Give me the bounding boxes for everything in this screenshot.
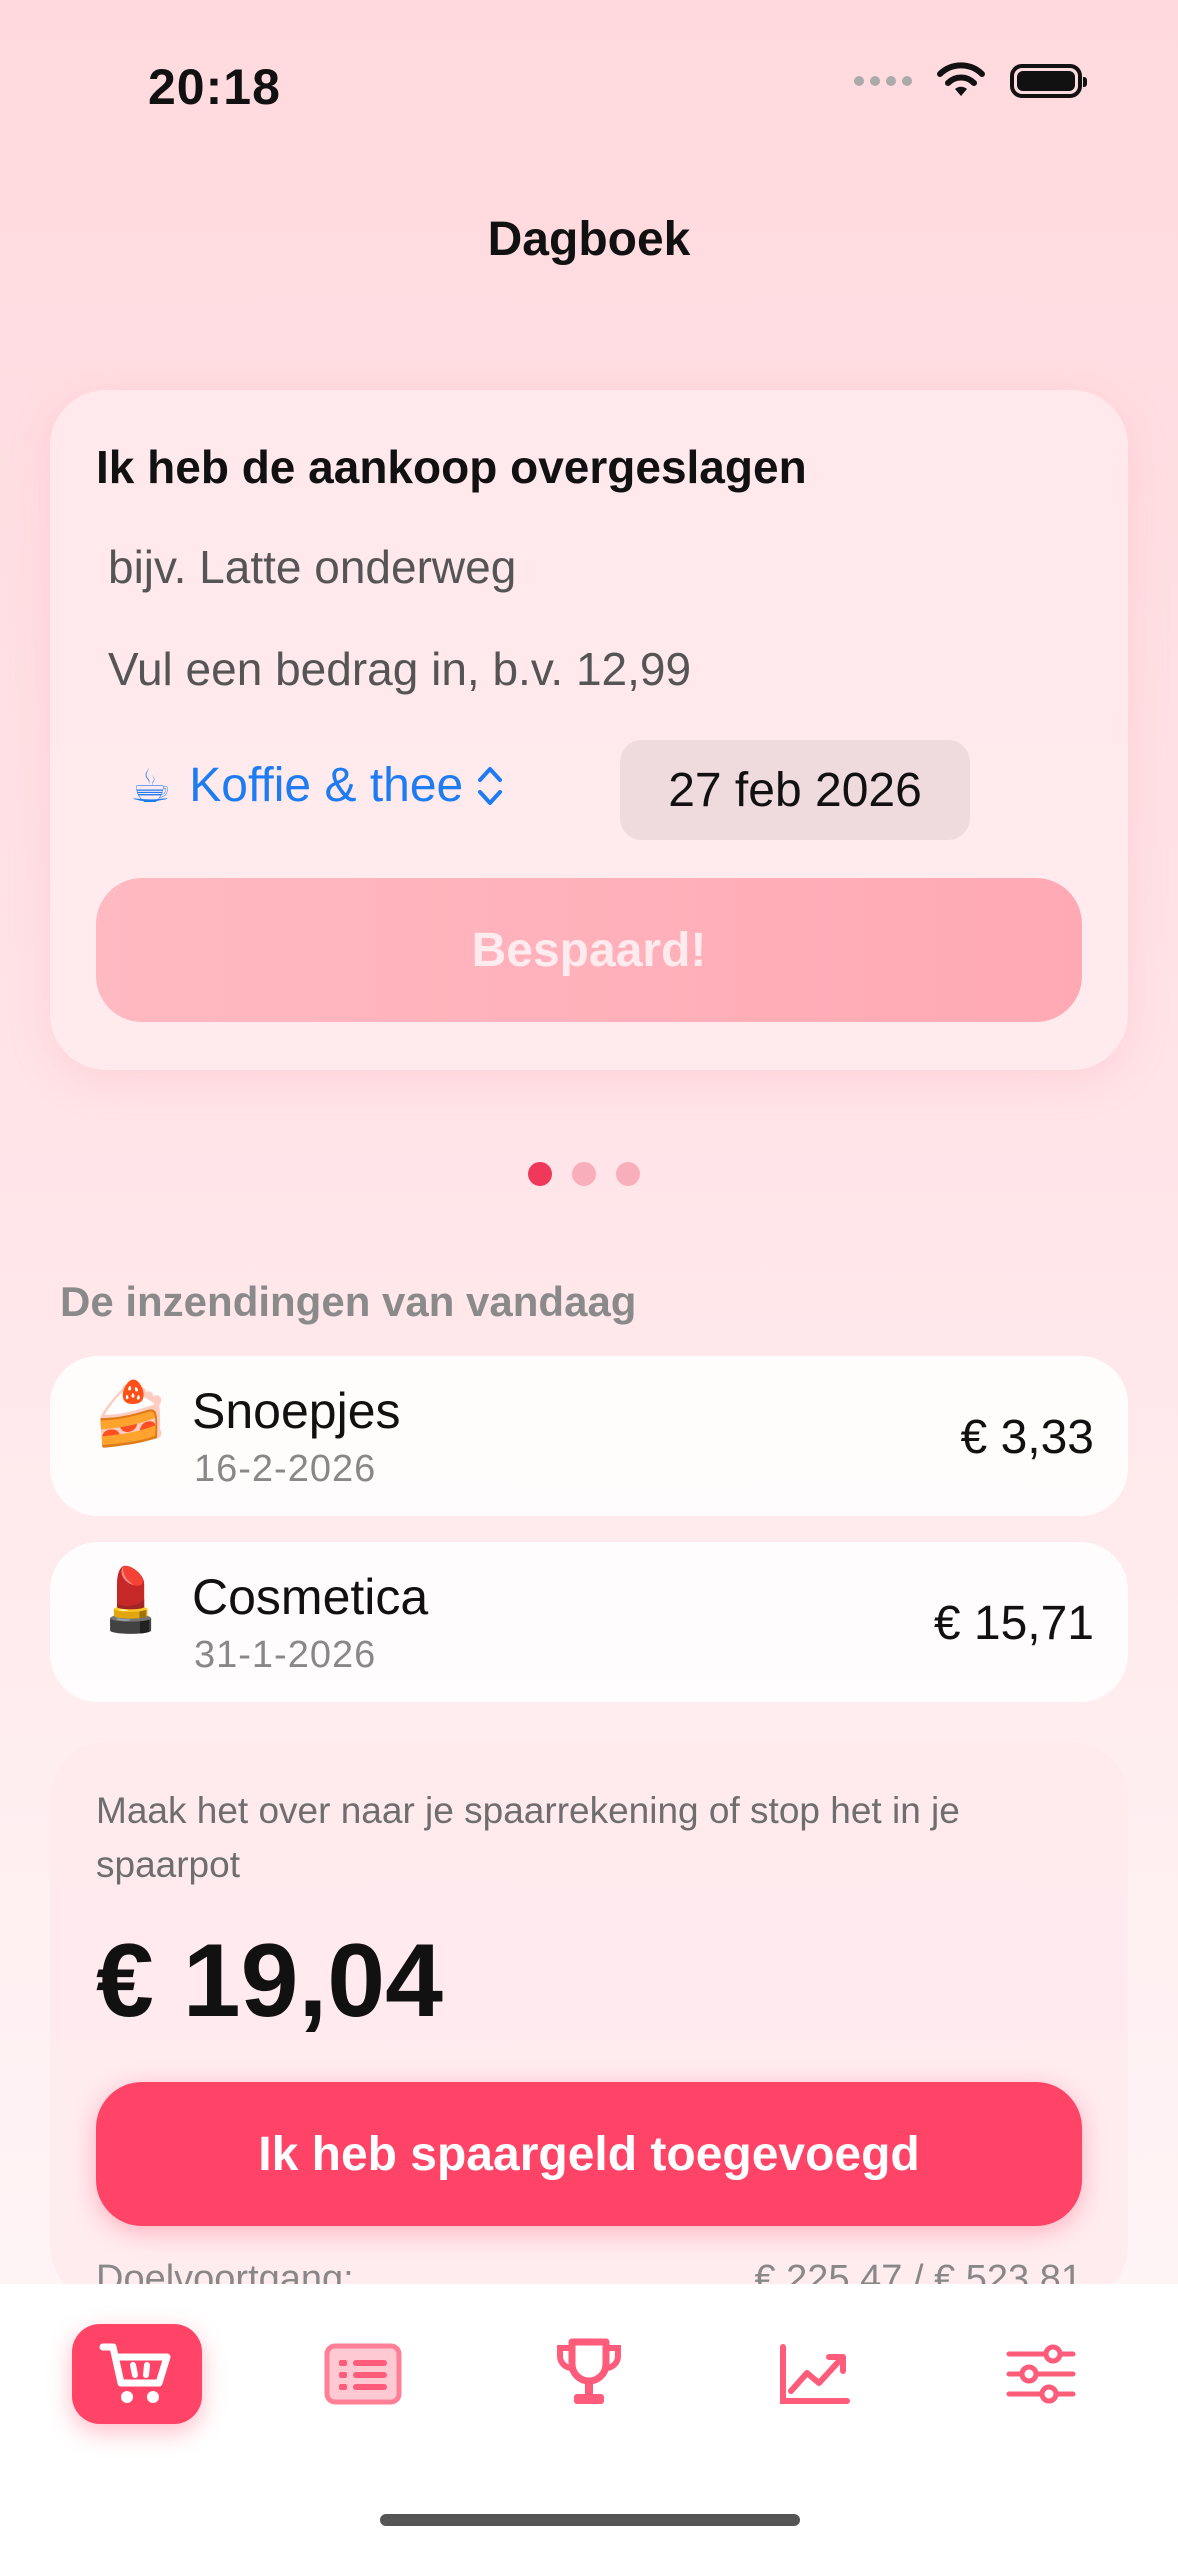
- savings-instruction: Maak het over naar je spaarrekening of s…: [96, 1790, 960, 1885]
- battery-icon: [1010, 64, 1087, 98]
- tab-list[interactable]: [298, 2324, 428, 2424]
- status-time: 20:18: [148, 59, 281, 115]
- date-picker[interactable]: 27 feb 2026: [620, 740, 970, 840]
- category-label: Koffie & thee: [189, 759, 464, 812]
- tab-trophy[interactable]: [524, 2324, 654, 2424]
- entry-date: 31-1-2026: [194, 1634, 377, 1676]
- coffee-icon: ☕: [130, 759, 172, 812]
- lipstick-icon: 💄: [92, 1566, 170, 1635]
- entry-name: Cosmetica: [192, 1569, 429, 1625]
- page-dot[interactable]: [616, 1162, 640, 1186]
- entry-amount: € 3,33: [960, 1411, 1094, 1464]
- page-dot[interactable]: [572, 1162, 596, 1186]
- sliders-icon: [1006, 2344, 1076, 2404]
- page-dot[interactable]: [528, 1162, 552, 1186]
- entry-name: Snoepjes: [192, 1383, 401, 1439]
- wifi-icon: [937, 62, 985, 96]
- tab-cart[interactable]: [72, 2324, 202, 2424]
- trophy-icon: [557, 2338, 621, 2404]
- item-input[interactable]: bijv. Latte onderweg: [108, 540, 516, 594]
- added-savings-button[interactable]: Ik heb spaargeld toegevoegd: [96, 2082, 1082, 2226]
- status-icons: [854, 62, 1087, 100]
- page-indicator[interactable]: [528, 1162, 640, 1186]
- signal-icon: [854, 76, 912, 86]
- cake-icon: 🍰: [92, 1380, 170, 1449]
- savings-amount: € 19,04: [96, 1923, 443, 2039]
- category-picker[interactable]: ☕ Koffie & thee: [130, 758, 503, 813]
- tab-settings[interactable]: [976, 2324, 1106, 2424]
- list-icon: [324, 2343, 402, 2405]
- card-title: Ik heb de aankoop overgeslagen: [96, 441, 807, 493]
- cart-icon: [99, 2343, 171, 2403]
- saved-button[interactable]: Bespaard!: [96, 878, 1082, 1022]
- section-title: De inzendingen van vandaag: [60, 1278, 637, 1325]
- amount-input[interactable]: Vul een bedrag in, b.v. 12,99: [108, 642, 691, 696]
- home-indicator[interactable]: [380, 2514, 800, 2526]
- chart-icon: [780, 2344, 850, 2404]
- entry-date: 16-2-2026: [194, 1448, 377, 1490]
- entry-amount: € 15,71: [933, 1597, 1094, 1650]
- page-title: Dagboek: [487, 213, 691, 266]
- tab-statistics[interactable]: [750, 2324, 880, 2424]
- chevron-up-down-icon: [478, 766, 503, 805]
